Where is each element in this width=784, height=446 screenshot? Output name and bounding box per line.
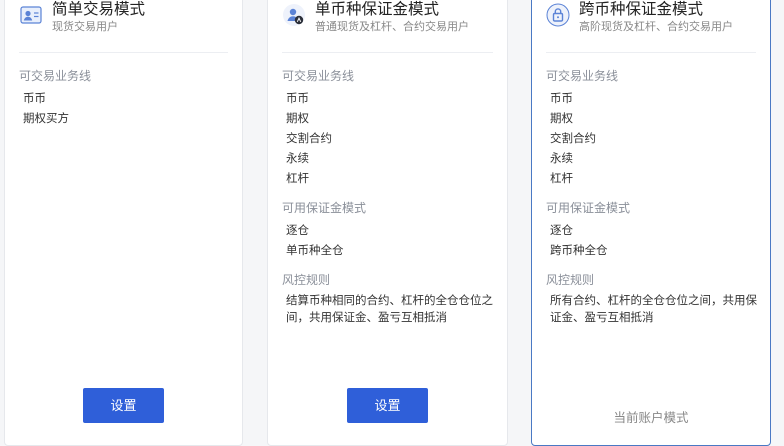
business-lines-section: 可交易业务线 币币 期权 交割合约 永续 杠杆 bbox=[546, 68, 758, 188]
business-lines-section: 可交易业务线 币币 期权 交割合约 永续 杠杆 bbox=[282, 68, 495, 188]
risk-rules-section: 风控规则 所有合约、杠杆的全仓仓位之间，共用保证金、盈亏互相抵消 bbox=[546, 272, 758, 326]
section-title: 风控规则 bbox=[282, 273, 331, 287]
card-title: 简单交易模式 bbox=[52, 0, 146, 18]
user-lock-icon bbox=[546, 3, 570, 27]
list-item: 跨币种全仓 bbox=[550, 243, 608, 257]
list-item: 交割合约 bbox=[286, 131, 332, 145]
settings-button[interactable]: 设置 bbox=[83, 388, 164, 423]
margin-modes-section: 可用保证金模式 逐仓 跨币种全仓 bbox=[546, 200, 758, 260]
divider bbox=[282, 52, 493, 53]
section-title: 可交易业务线 bbox=[282, 69, 355, 83]
divider bbox=[19, 52, 228, 53]
current-account-mode-label: 当前账户模式 bbox=[613, 410, 689, 425]
section-title: 可用保证金模式 bbox=[282, 201, 367, 215]
card-subtitle: 普通现货及杠杆、合约交易用户 bbox=[315, 20, 469, 33]
list-item: 期权 bbox=[286, 111, 309, 125]
list-item: 杠杆 bbox=[286, 171, 309, 185]
risk-rules-text: 所有合约、杠杆的全仓仓位之间，共用保证金、盈亏互相抵消 bbox=[550, 293, 757, 324]
list-item: 期权买方 bbox=[23, 111, 69, 125]
user-badge-icon bbox=[282, 3, 306, 27]
margin-modes-section: 可用保证金模式 逐仓 单币种全仓 bbox=[282, 200, 495, 260]
cross-currency-margin-card[interactable]: 跨币种保证金模式 高阶现货及杠杆、合约交易用户 可交易业务线 币币 期权 交割合… bbox=[531, 0, 771, 446]
card-title: 单币种保证金模式 bbox=[315, 0, 440, 18]
list-item: 期权 bbox=[550, 111, 573, 125]
list-item: 逐仓 bbox=[286, 223, 309, 237]
list-item: 单币种全仓 bbox=[286, 243, 344, 257]
card-subtitle: 高阶现货及杠杆、合约交易用户 bbox=[579, 20, 733, 33]
card-header: 单币种保证金模式 普通现货及杠杆、合约交易用户 bbox=[282, 0, 497, 47]
single-currency-margin-card[interactable]: 单币种保证金模式 普通现货及杠杆、合约交易用户 可交易业务线 币币 期权 交割合… bbox=[267, 0, 508, 446]
card-title: 跨币种保证金模式 bbox=[579, 0, 704, 18]
user-card-icon bbox=[19, 3, 43, 27]
list-item: 杠杆 bbox=[550, 171, 573, 185]
business-lines-section: 可交易业务线 币币 期权买方 bbox=[19, 68, 230, 128]
list-item: 交割合约 bbox=[550, 131, 596, 145]
section-title: 可交易业务线 bbox=[546, 69, 619, 83]
list-item: 币币 bbox=[286, 91, 309, 105]
section-title: 风控规则 bbox=[546, 273, 595, 287]
section-title: 可交易业务线 bbox=[19, 69, 92, 83]
risk-rules-section: 风控规则 结算币种相同的合约、杠杆的全仓仓位之间，共用保证金、盈亏互相抵消 bbox=[282, 272, 495, 326]
list-item: 币币 bbox=[550, 91, 573, 105]
risk-rules-text: 结算币种相同的合约、杠杆的全仓仓位之间，共用保证金、盈亏互相抵消 bbox=[286, 293, 493, 324]
simple-mode-card[interactable]: 简单交易模式 现货交易用户 可交易业务线 币币 期权买方 设置 bbox=[4, 0, 243, 446]
card-header: 跨币种保证金模式 高阶现货及杠杆、合约交易用户 bbox=[546, 0, 760, 47]
card-subtitle: 现货交易用户 bbox=[52, 20, 118, 33]
settings-button[interactable]: 设置 bbox=[347, 388, 428, 423]
card-header: 简单交易模式 现货交易用户 bbox=[19, 0, 232, 47]
section-title: 可用保证金模式 bbox=[546, 201, 631, 215]
list-item: 永续 bbox=[286, 151, 309, 165]
list-item: 币币 bbox=[23, 91, 46, 105]
list-item: 逐仓 bbox=[550, 223, 573, 237]
divider bbox=[546, 52, 756, 53]
list-item: 永续 bbox=[550, 151, 573, 165]
